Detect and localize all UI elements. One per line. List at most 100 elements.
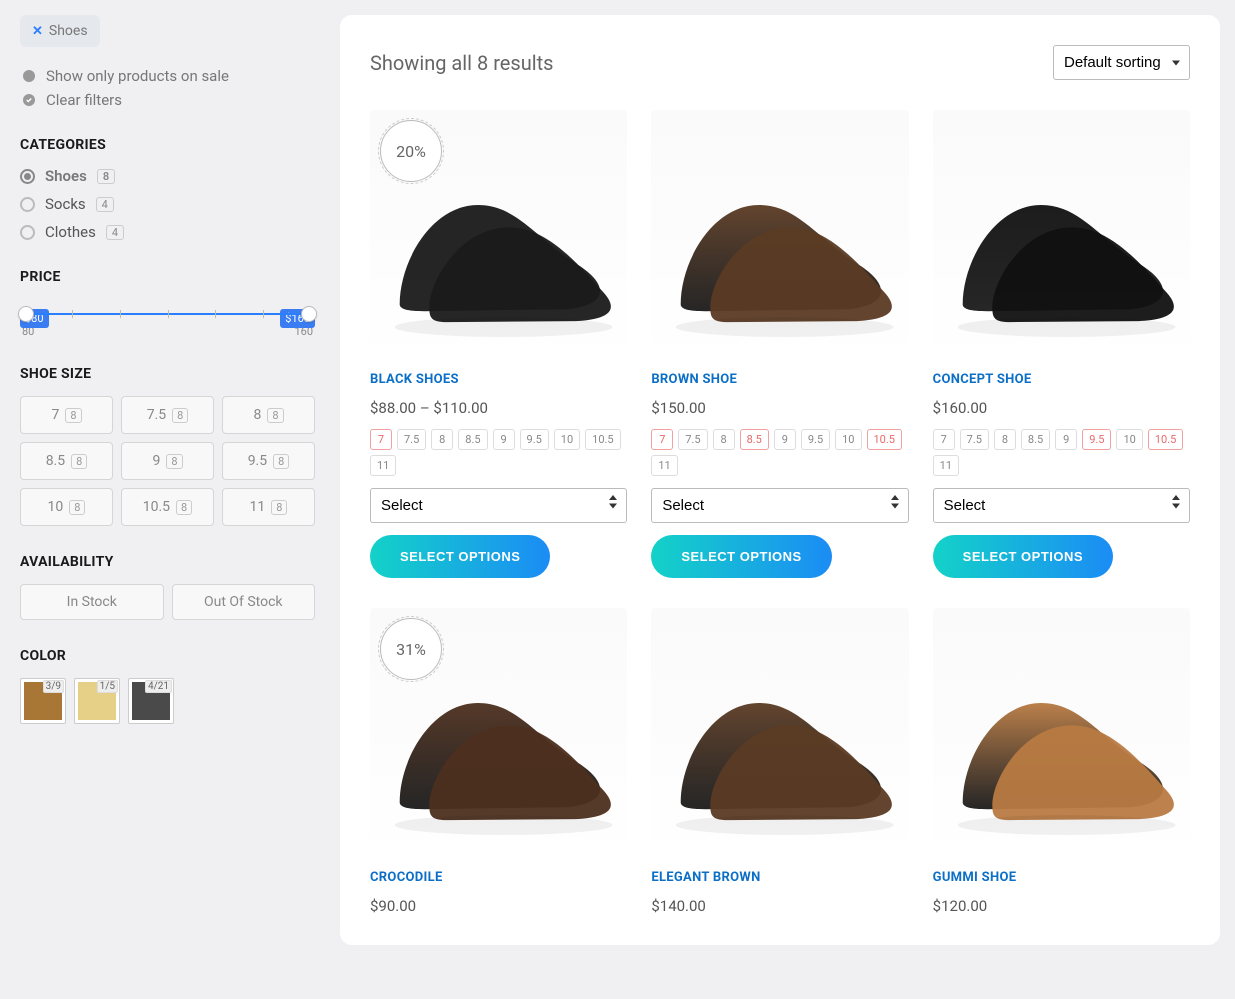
size-label: 8	[253, 407, 261, 423]
results-count: Showing all 8 results	[370, 51, 553, 75]
radio-icon	[20, 225, 35, 240]
product-title[interactable]: ELEGANT BROWN	[651, 870, 908, 885]
size-filter-7[interactable]: 78	[20, 396, 113, 434]
size-count: 8	[273, 454, 289, 469]
product-image-wrap[interactable]: 31%	[370, 608, 627, 858]
product-size-10.5[interactable]: 10.5	[1148, 429, 1183, 450]
product-card: BROWN SHOE $150.00 77.588.599.51010.511 …	[651, 110, 908, 578]
size-count: 8	[176, 500, 192, 515]
category-clothes[interactable]: Clothes 4	[20, 223, 315, 241]
refresh-icon	[20, 91, 38, 109]
category-label: Shoes	[45, 167, 87, 185]
product-image-wrap[interactable]	[651, 608, 908, 858]
product-size-8[interactable]: 8	[994, 429, 1016, 450]
product-size-8[interactable]: 8	[713, 429, 735, 450]
product-image	[933, 608, 1190, 858]
product-image-wrap[interactable]	[933, 608, 1190, 858]
product-size-7.5[interactable]: 7.5	[960, 429, 989, 450]
product-size-list: 77.5 88.599.510 10.5 11	[651, 429, 908, 476]
size-filter-10.5[interactable]: 10.58	[121, 488, 214, 526]
active-filter-chip[interactable]: ✕ Shoes	[20, 15, 100, 47]
product-size-11[interactable]: 11	[651, 455, 677, 476]
show-on-sale-button[interactable]: Show only products on sale	[20, 67, 315, 85]
discount-badge: 31%	[380, 618, 442, 680]
product-title[interactable]: CROCODILE	[370, 870, 627, 885]
size-filter-9[interactable]: 98	[121, 442, 214, 480]
product-variant-select[interactable]: Select	[651, 488, 908, 523]
size-filter-7.5[interactable]: 7.58	[121, 396, 214, 434]
size-filter-9.5[interactable]: 9.58	[222, 442, 315, 480]
product-size-7[interactable]: 7	[933, 429, 955, 450]
size-label: 10	[48, 499, 64, 515]
size-label: 11	[250, 499, 266, 515]
swatch-count: 1/5	[97, 680, 118, 693]
price-slider[interactable]: $80 $160 80 160	[20, 313, 315, 338]
product-card: GUMMI SHOE $120.00	[933, 608, 1190, 915]
product-size-7[interactable]: 7	[370, 429, 392, 450]
color-swatch[interactable]: 4/21	[128, 678, 174, 724]
product-size-9.5[interactable]: 9.5	[1082, 429, 1111, 450]
size-filter-11[interactable]: 11 8	[222, 488, 315, 526]
swatch-count: 4/21	[145, 680, 172, 693]
product-size-7[interactable]: 7	[651, 429, 673, 450]
swatch-count: 3/9	[43, 680, 64, 693]
product-image	[933, 110, 1190, 360]
price-handle-min[interactable]	[18, 306, 34, 322]
product-size-7.5[interactable]: 7.5	[397, 429, 426, 450]
color-swatch[interactable]: 1/5	[74, 678, 120, 724]
product-size-10.5[interactable]: 10.5	[867, 429, 902, 450]
select-options-button[interactable]: SELECT OPTIONS	[651, 535, 831, 578]
product-listing: Showing all 8 results Default sorting 20…	[340, 15, 1220, 945]
categories-heading: CATEGORIES	[20, 137, 315, 153]
product-size-9[interactable]: 9	[1055, 429, 1077, 450]
product-image-wrap[interactable]	[651, 110, 908, 360]
product-price: $90.00	[370, 897, 627, 915]
product-image-wrap[interactable]	[933, 110, 1190, 360]
product-size-8.5[interactable]: 8.5	[740, 429, 769, 450]
product-title[interactable]: GUMMI SHOE	[933, 870, 1190, 885]
out-of-stock-button[interactable]: Out Of Stock	[172, 584, 316, 620]
in-stock-button[interactable]: In Stock	[20, 584, 164, 620]
color-swatch[interactable]: 3/9	[20, 678, 66, 724]
size-filter-8.5[interactable]: 8.58	[20, 442, 113, 480]
product-title[interactable]: CONCEPT SHOE	[933, 372, 1190, 387]
color-heading: COLOR	[20, 648, 315, 664]
select-options-button[interactable]: SELECT OPTIONS	[370, 535, 550, 578]
clear-filters-label: Clear filters	[46, 91, 122, 109]
product-size-9.5[interactable]: 9.5	[801, 429, 830, 450]
product-size-8[interactable]: 8	[431, 429, 453, 450]
category-label: Clothes	[45, 223, 96, 241]
sort-select[interactable]: Default sorting	[1053, 45, 1190, 80]
product-title[interactable]: BLACK SHOES	[370, 372, 627, 387]
product-variant-select[interactable]: Select	[933, 488, 1190, 523]
product-size-9[interactable]: 9	[493, 429, 515, 450]
product-size-9.5[interactable]: 9.5	[520, 429, 549, 450]
product-image	[651, 608, 908, 858]
product-size-10[interactable]: 10	[554, 429, 580, 450]
category-count: 4	[96, 197, 114, 212]
discount-badge: 20%	[380, 120, 442, 182]
product-image-wrap[interactable]: 20%	[370, 110, 627, 360]
product-size-10[interactable]: 10	[835, 429, 861, 450]
product-size-8.5[interactable]: 8.5	[458, 429, 487, 450]
size-count: 8	[71, 454, 87, 469]
category-socks[interactable]: Socks 4	[20, 195, 315, 213]
size-count: 8	[271, 500, 287, 515]
active-filter-label: Shoes	[49, 23, 88, 39]
product-size-11[interactable]: 11	[933, 455, 959, 476]
product-variant-select[interactable]: Select	[370, 488, 627, 523]
product-size-8.5[interactable]: 8.5	[1021, 429, 1050, 450]
select-options-button[interactable]: SELECT OPTIONS	[933, 535, 1113, 578]
category-shoes[interactable]: Shoes 8	[20, 167, 315, 185]
product-price: $140.00	[651, 897, 908, 915]
price-handle-max[interactable]	[301, 306, 317, 322]
clear-filters-button[interactable]: Clear filters	[20, 91, 315, 109]
product-size-11[interactable]: 11	[370, 455, 396, 476]
size-filter-8[interactable]: 88	[222, 396, 315, 434]
product-size-9[interactable]: 9	[774, 429, 796, 450]
product-size-10.5[interactable]: 10.5	[585, 429, 620, 450]
product-size-7.5[interactable]: 7.5	[678, 429, 707, 450]
product-title[interactable]: BROWN SHOE	[651, 372, 908, 387]
size-filter-10[interactable]: 108	[20, 488, 113, 526]
product-size-10[interactable]: 10	[1116, 429, 1142, 450]
